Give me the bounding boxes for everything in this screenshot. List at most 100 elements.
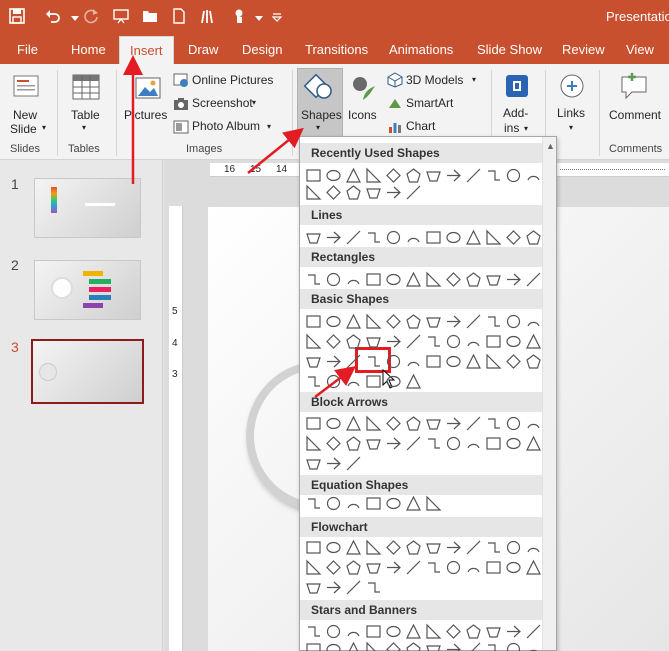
save-icon[interactable] bbox=[8, 8, 26, 26]
shape-option[interactable] bbox=[525, 353, 542, 370]
shape-option[interactable] bbox=[325, 271, 342, 288]
shape-option[interactable] bbox=[445, 641, 462, 651]
shape-option[interactable] bbox=[405, 641, 422, 651]
tab-view[interactable]: View bbox=[626, 42, 654, 57]
shape-option[interactable] bbox=[305, 353, 322, 370]
shape-option[interactable] bbox=[365, 579, 382, 596]
shape-option[interactable] bbox=[425, 271, 442, 288]
add-ins-label[interactable]: ins bbox=[504, 121, 519, 135]
shape-option[interactable] bbox=[345, 313, 362, 330]
shape-option[interactable] bbox=[305, 333, 322, 350]
shape-option[interactable] bbox=[385, 184, 402, 201]
shape-option[interactable] bbox=[465, 435, 482, 452]
shape-option[interactable] bbox=[425, 495, 442, 512]
shape-option[interactable] bbox=[345, 623, 362, 640]
3d-models-icon[interactable] bbox=[387, 72, 403, 91]
tab-insert[interactable]: Insert bbox=[119, 36, 174, 64]
shape-option[interactable] bbox=[385, 415, 402, 432]
shape-option[interactable] bbox=[445, 167, 462, 184]
shape-option[interactable] bbox=[485, 229, 502, 246]
shape-option[interactable] bbox=[345, 333, 362, 350]
shape-option[interactable] bbox=[305, 184, 322, 201]
tab-file[interactable]: File bbox=[17, 42, 38, 57]
shape-option[interactable] bbox=[345, 641, 362, 651]
shape-option[interactable] bbox=[465, 333, 482, 350]
chevron-down-icon[interactable]: ▾ bbox=[82, 123, 86, 132]
shapes-label[interactable]: Shapes bbox=[301, 108, 342, 122]
shape-option[interactable] bbox=[325, 579, 342, 596]
shape-option[interactable] bbox=[325, 559, 342, 576]
chevron-down-icon[interactable]: ▾ bbox=[267, 122, 271, 131]
shape-option[interactable] bbox=[345, 184, 362, 201]
add-ins-button[interactable]: Add- bbox=[503, 106, 528, 120]
shape-option[interactable] bbox=[305, 495, 322, 512]
3d-models-button[interactable]: 3D Models bbox=[406, 73, 463, 87]
shapes-icon[interactable] bbox=[303, 72, 335, 107]
shape-option[interactable] bbox=[405, 559, 422, 576]
shape-option[interactable] bbox=[305, 415, 322, 432]
tab-transitions[interactable]: Transitions bbox=[305, 42, 368, 57]
shape-option[interactable] bbox=[465, 271, 482, 288]
tab-review[interactable]: Review bbox=[562, 42, 605, 57]
shape-option[interactable] bbox=[485, 415, 502, 432]
shape-option[interactable] bbox=[325, 435, 342, 452]
shape-option[interactable] bbox=[525, 229, 542, 246]
shape-option[interactable] bbox=[425, 539, 442, 556]
shape-option[interactable] bbox=[325, 333, 342, 350]
shape-option[interactable] bbox=[365, 353, 382, 370]
shape-option[interactable] bbox=[405, 229, 422, 246]
shape-option[interactable] bbox=[505, 641, 522, 651]
shape-option[interactable] bbox=[525, 313, 542, 330]
shape-option[interactable] bbox=[305, 229, 322, 246]
undo-icon[interactable] bbox=[44, 8, 62, 26]
shape-option[interactable] bbox=[465, 415, 482, 432]
slide-thumbnail-1[interactable] bbox=[34, 178, 141, 238]
shape-option[interactable] bbox=[525, 333, 542, 350]
shape-option[interactable] bbox=[445, 539, 462, 556]
shape-option[interactable] bbox=[305, 373, 322, 390]
shape-option[interactable] bbox=[505, 559, 522, 576]
shape-option[interactable] bbox=[325, 184, 342, 201]
shape-option[interactable] bbox=[505, 539, 522, 556]
links-button[interactable]: Links bbox=[557, 106, 585, 120]
shape-option[interactable] bbox=[465, 539, 482, 556]
shape-option[interactable] bbox=[445, 559, 462, 576]
smartart-button[interactable]: SmartArt bbox=[406, 96, 453, 110]
shape-option[interactable] bbox=[485, 559, 502, 576]
shape-option[interactable] bbox=[485, 539, 502, 556]
shape-option[interactable] bbox=[525, 623, 542, 640]
shape-option[interactable] bbox=[505, 435, 522, 452]
shape-option[interactable] bbox=[405, 539, 422, 556]
shape-option[interactable] bbox=[445, 353, 462, 370]
shape-option[interactable] bbox=[405, 184, 422, 201]
online-pictures-icon[interactable] bbox=[173, 72, 189, 91]
shape-option[interactable] bbox=[505, 167, 522, 184]
shape-option[interactable] bbox=[485, 167, 502, 184]
shape-option[interactable] bbox=[345, 539, 362, 556]
shape-option[interactable] bbox=[465, 641, 482, 651]
shape-option[interactable] bbox=[305, 623, 322, 640]
shape-option[interactable] bbox=[405, 495, 422, 512]
shape-option[interactable] bbox=[485, 271, 502, 288]
scrollbar[interactable]: ▲ bbox=[542, 137, 556, 650]
shape-option[interactable] bbox=[305, 579, 322, 596]
shape-option[interactable] bbox=[345, 435, 362, 452]
touch-mode-icon[interactable] bbox=[230, 8, 248, 26]
new-slide-button[interactable]: New bbox=[13, 108, 37, 122]
shape-option[interactable] bbox=[485, 641, 502, 651]
chevron-down-icon[interactable]: ▾ bbox=[524, 124, 528, 133]
shape-option[interactable] bbox=[365, 623, 382, 640]
shape-option[interactable] bbox=[405, 313, 422, 330]
shape-option[interactable] bbox=[385, 539, 402, 556]
shape-option[interactable] bbox=[325, 229, 342, 246]
shape-option[interactable] bbox=[305, 641, 322, 651]
shape-option[interactable] bbox=[385, 229, 402, 246]
shape-option[interactable] bbox=[345, 495, 362, 512]
shape-option[interactable] bbox=[385, 313, 402, 330]
shape-option[interactable] bbox=[505, 313, 522, 330]
shape-option[interactable] bbox=[445, 229, 462, 246]
slide-thumbnail-2[interactable] bbox=[34, 260, 141, 320]
tab-home[interactable]: Home bbox=[71, 42, 106, 57]
tab-draw[interactable]: Draw bbox=[188, 42, 218, 57]
shape-option[interactable] bbox=[425, 167, 442, 184]
